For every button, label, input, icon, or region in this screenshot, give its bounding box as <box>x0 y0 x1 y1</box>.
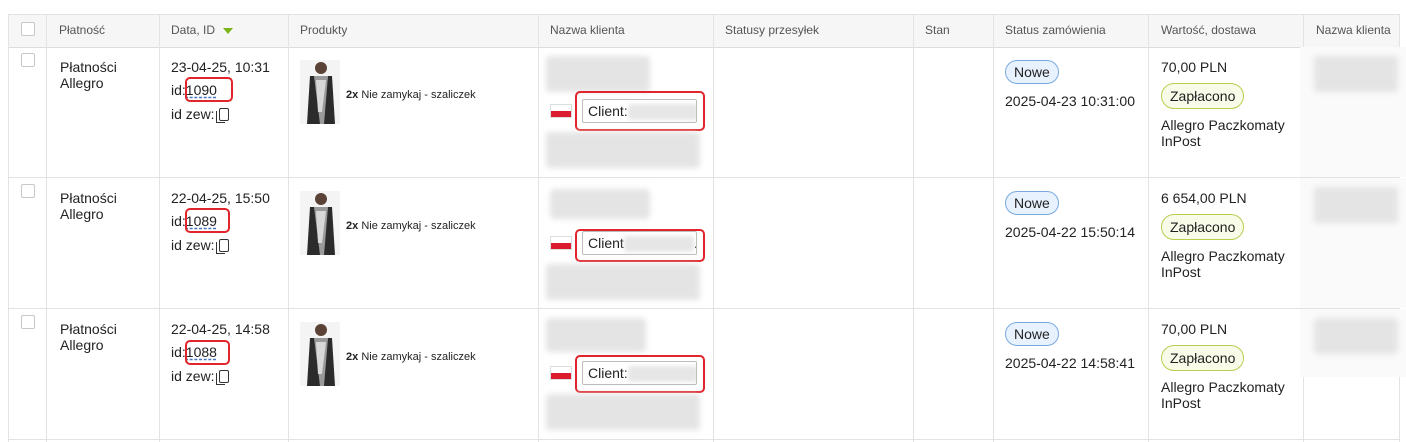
poland-flag-icon <box>550 104 572 118</box>
column-divider <box>46 14 47 442</box>
order-datetime: 22-04-25, 14:58 <box>171 321 270 337</box>
product-qty: 2x <box>346 220 359 232</box>
header-client-name[interactable]: Nazwa klienta <box>550 14 625 46</box>
order-value: 70,00 PLN <box>1161 321 1228 337</box>
row-checkbox[interactable] <box>21 315 35 329</box>
order-value: 6 654,00 PLN <box>1161 190 1247 206</box>
copy-icon[interactable] <box>215 370 229 385</box>
delivery-method-line2: InPost <box>1161 264 1201 280</box>
header-date-id-label: Data, ID <box>171 23 216 37</box>
sort-desc-icon[interactable] <box>223 27 234 34</box>
highlight-box <box>185 77 233 102</box>
highlight-box <box>185 340 230 365</box>
column-divider <box>159 14 160 442</box>
column-divider <box>288 14 289 442</box>
order-id-label: id: <box>171 82 186 98</box>
status-timestamp: 2025-04-22 14:58:41 <box>1005 355 1135 371</box>
external-id: id zew: <box>171 237 229 254</box>
payment-status-badge: Zapłacono <box>1161 83 1245 109</box>
row-checkbox[interactable] <box>21 184 35 198</box>
row-checkbox[interactable] <box>21 53 35 67</box>
highlight-box <box>575 91 705 131</box>
client-address-redacted <box>546 132 700 168</box>
product-name[interactable]: Nie zamykaj - szaliczek <box>361 89 475 101</box>
client-address-redacted <box>546 264 700 300</box>
column-divider <box>538 14 539 442</box>
client-name-2-redacted <box>1314 318 1398 354</box>
client-name-2-redacted <box>1314 187 1398 223</box>
header-value-delivery[interactable]: Wartość, dostawa <box>1161 14 1256 46</box>
payment-method-line1: Płatności <box>60 190 117 206</box>
column-divider <box>8 14 9 442</box>
column-divider <box>913 14 914 442</box>
status-timestamp: 2025-04-22 15:50:14 <box>1005 224 1135 240</box>
status-badge[interactable]: Nowe <box>1005 191 1059 215</box>
orders-table: Płatność Data, ID Produkty Nazwa klienta… <box>0 0 1406 442</box>
client-name-2-redacted <box>1314 56 1398 92</box>
select-all-checkbox[interactable] <box>21 22 35 36</box>
payment-method-line2: Allegro <box>60 206 104 222</box>
highlight-box <box>575 355 705 393</box>
row-divider <box>8 439 1400 440</box>
copy-icon[interactable] <box>215 239 229 254</box>
product-qty: 2x <box>346 89 359 101</box>
header-date-id[interactable]: Data, ID <box>171 14 234 46</box>
external-id-label: id zew: <box>171 237 215 253</box>
poland-flag-icon <box>550 236 572 250</box>
product-line: 2x Nie zamykaj - szaliczek <box>346 219 476 233</box>
highlight-box <box>185 208 230 233</box>
order-value: 70,00 PLN <box>1161 59 1228 75</box>
header-state[interactable]: Stan <box>925 14 950 46</box>
delivery-method-line1: Allegro Paczkomaty <box>1161 379 1285 395</box>
order-datetime: 23-04-25, 10:31 <box>171 59 270 75</box>
delivery-method-line1: Allegro Paczkomaty <box>1161 248 1285 264</box>
product-line: 2x Nie zamykaj - szaliczek <box>346 350 476 364</box>
product-name[interactable]: Nie zamykaj - szaliczek <box>361 351 475 363</box>
delivery-method-line2: InPost <box>1161 395 1201 411</box>
payment-method-line1: Płatności <box>60 321 117 337</box>
header-client-name-2[interactable]: Nazwa klienta <box>1316 14 1400 46</box>
product-thumbnail[interactable] <box>300 60 340 124</box>
client-address-redacted <box>546 394 700 430</box>
column-divider <box>713 14 714 442</box>
status-badge[interactable]: Nowe <box>1005 60 1059 84</box>
column-divider <box>1148 14 1149 442</box>
external-id-label: id zew: <box>171 106 215 122</box>
external-id: id zew: <box>171 106 229 123</box>
product-name[interactable]: Nie zamykaj - szaliczek <box>361 220 475 232</box>
client-name-redacted <box>546 56 650 92</box>
payment-method-line2: Allegro <box>60 75 104 91</box>
row-divider <box>8 177 1400 178</box>
row-divider <box>8 308 1400 309</box>
client-name-redacted <box>550 189 650 219</box>
product-thumbnail[interactable] <box>300 191 340 255</box>
header-shipment-statuses[interactable]: Statusy przesyłek <box>725 14 819 46</box>
payment-status-badge: Zapłacono <box>1161 214 1245 240</box>
highlight-box <box>575 229 705 262</box>
delivery-method-line2: InPost <box>1161 133 1201 149</box>
delivery-method-line1: Allegro Paczkomaty <box>1161 117 1285 133</box>
payment-method-line1: Płatności <box>60 59 117 75</box>
payment-status-badge: Zapłacono <box>1161 345 1245 371</box>
header-payment[interactable]: Płatność <box>59 14 105 46</box>
client-name-redacted <box>546 318 646 352</box>
copy-icon[interactable] <box>215 108 229 123</box>
product-thumbnail[interactable] <box>300 322 340 386</box>
product-line: 2x Nie zamykaj - szaliczek <box>346 88 476 102</box>
poland-flag-icon <box>550 366 572 380</box>
external-id-label: id zew: <box>171 368 215 384</box>
product-qty: 2x <box>346 351 359 363</box>
header-order-status[interactable]: Status zamówienia <box>1005 14 1106 46</box>
order-datetime: 22-04-25, 15:50 <box>171 190 270 206</box>
column-divider <box>993 14 994 442</box>
header-products[interactable]: Produkty <box>300 14 347 46</box>
payment-method-line2: Allegro <box>60 337 104 353</box>
external-id: id zew: <box>171 368 229 385</box>
order-id-label: id: <box>171 344 186 360</box>
status-timestamp: 2025-04-23 10:31:00 <box>1005 93 1135 109</box>
status-badge[interactable]: Nowe <box>1005 322 1059 346</box>
order-id-label: id: <box>171 213 186 229</box>
